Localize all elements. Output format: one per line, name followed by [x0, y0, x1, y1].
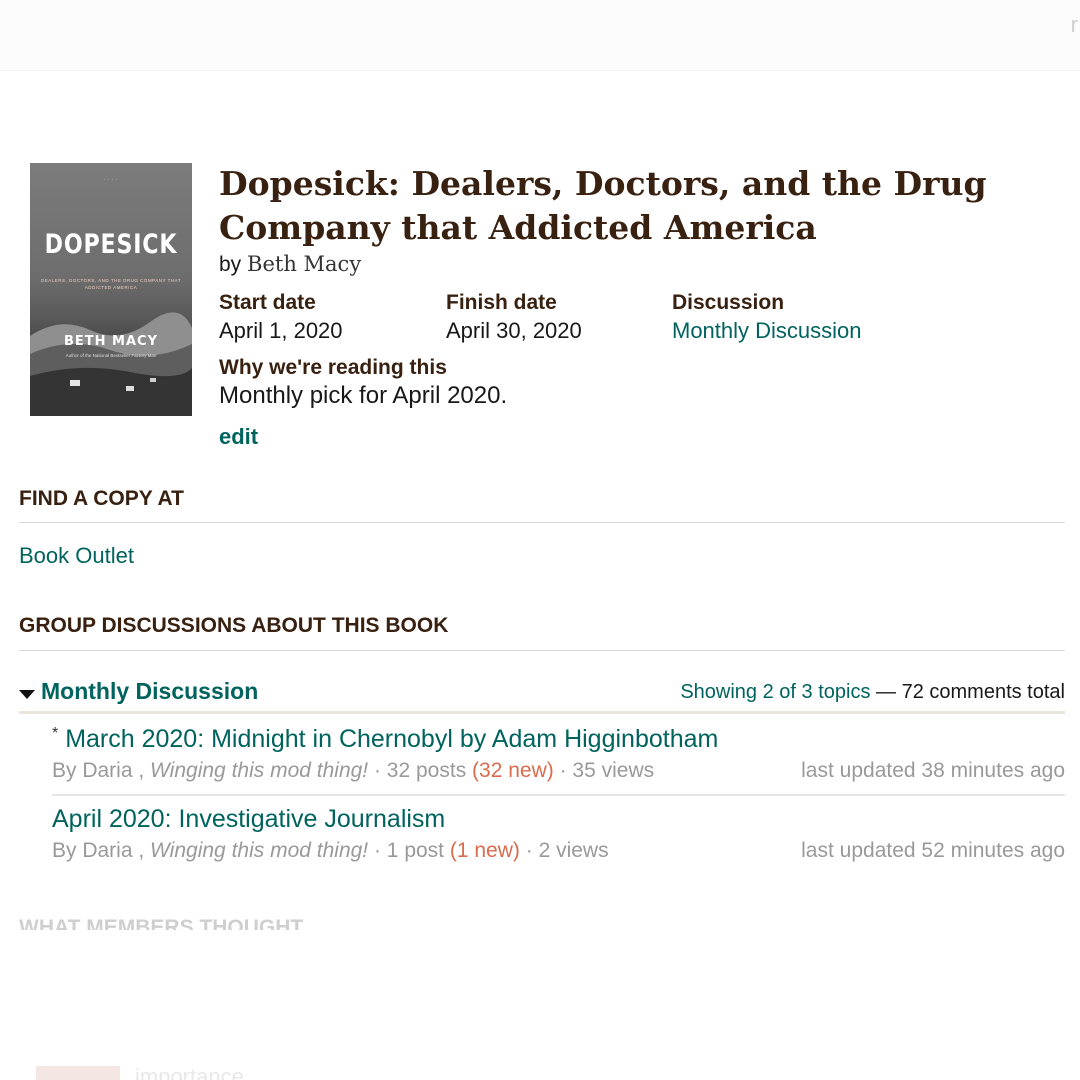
folder-divider	[19, 711, 1065, 714]
caret-down-icon[interactable]	[19, 690, 35, 699]
cover-blurb: Author of the National Bestseller Factor…	[65, 353, 157, 358]
topic-meta: By Daria , Winging this mod thing! · 1 p…	[52, 839, 609, 863]
discussion-link[interactable]: Monthly Discussion	[672, 318, 862, 344]
topic-author[interactable]: By Daria ,	[52, 839, 144, 862]
showing-topics-link[interactable]: Showing 2 of 3 topics	[680, 681, 870, 703]
faded-text: importance	[135, 1064, 244, 1080]
cover-author: BETH MACY	[63, 334, 158, 349]
discussion-folder-header: Monthly Discussion Showing 2 of 3 topics…	[19, 678, 1065, 708]
topic-meta: By Daria , Winging this mod thing! · 32 …	[52, 759, 654, 783]
book-title[interactable]: Dopesick: Dealers, Doctors, and the Drug…	[219, 162, 1039, 250]
cover-landscape	[30, 312, 192, 416]
view-count: · 35 views	[559, 759, 655, 782]
store-link-book-outlet[interactable]: Book Outlet	[19, 543, 134, 569]
author-link[interactable]: Beth Macy	[247, 252, 361, 276]
topic-title-link[interactable]: April 2020: Investigative Journalism	[52, 805, 445, 834]
book-cover[interactable]: · · · · DOPESICK DEALERS, DOCTORS, AND T…	[30, 163, 192, 416]
summary-dash: —	[876, 681, 897, 703]
why-reading-label: Why we're reading this	[219, 356, 447, 379]
topic-link[interactable]: March 2020: Midnight in Chernobyl by Ada…	[65, 725, 718, 753]
finish-date-label: Finish date	[446, 291, 557, 314]
topic-title-link[interactable]: * March 2020: Midnight in Chernobyl by A…	[52, 725, 718, 754]
sticky-star: *	[52, 725, 59, 742]
edit-link[interactable]: edit	[219, 424, 258, 450]
cover-title: DOPESICK	[44, 229, 178, 260]
faded-badge	[36, 1066, 120, 1080]
topic-author[interactable]: By Daria ,	[52, 759, 144, 782]
discussion-label: Discussion	[672, 291, 785, 314]
by-line: by Beth Macy	[219, 252, 361, 277]
finish-date-value: April 30, 2020	[446, 318, 582, 343]
topics-summary: Showing 2 of 3 topics — 72 comments tota…	[680, 681, 1065, 704]
folder-title-link[interactable]: Monthly Discussion	[41, 678, 258, 705]
start-date-value: April 1, 2020	[219, 318, 343, 343]
new-post-count[interactable]: (1 new)	[450, 839, 520, 862]
topbar-glyph: r	[1070, 12, 1078, 37]
post-count: · 1 post	[373, 839, 445, 862]
members-thought-heading: WHAT MEMBERS THOUGHT	[19, 916, 304, 930]
author-signature: Winging this mod thing!	[150, 759, 369, 782]
find-copy-heading: FIND A COPY AT	[19, 487, 184, 510]
cover-top-text: · · · ·	[103, 177, 119, 183]
new-post-count[interactable]: (32 new)	[472, 759, 554, 782]
why-reading-value: Monthly pick for April 2020.	[219, 382, 508, 409]
cover-subtitle: DEALERS, DOCTORS, AND THE DRUG COMPANY T…	[40, 278, 182, 290]
topic-last-updated: last updated 38 minutes ago	[801, 759, 1065, 782]
author-signature: Winging this mod thing!	[150, 839, 369, 862]
divider	[19, 522, 1065, 523]
start-date-label: Start date	[219, 291, 316, 314]
view-count: · 2 views	[525, 839, 609, 862]
by-label: by	[219, 253, 242, 276]
topic-last-updated: last updated 52 minutes ago	[801, 839, 1065, 862]
comments-total: 72 comments total	[901, 681, 1065, 703]
top-bar: r	[0, 0, 1080, 71]
post-count: · 32 posts	[373, 759, 467, 782]
divider	[19, 650, 1065, 651]
topic-divider	[52, 794, 1065, 796]
group-discussions-heading: GROUP DISCUSSIONS ABOUT THIS BOOK	[19, 614, 449, 637]
